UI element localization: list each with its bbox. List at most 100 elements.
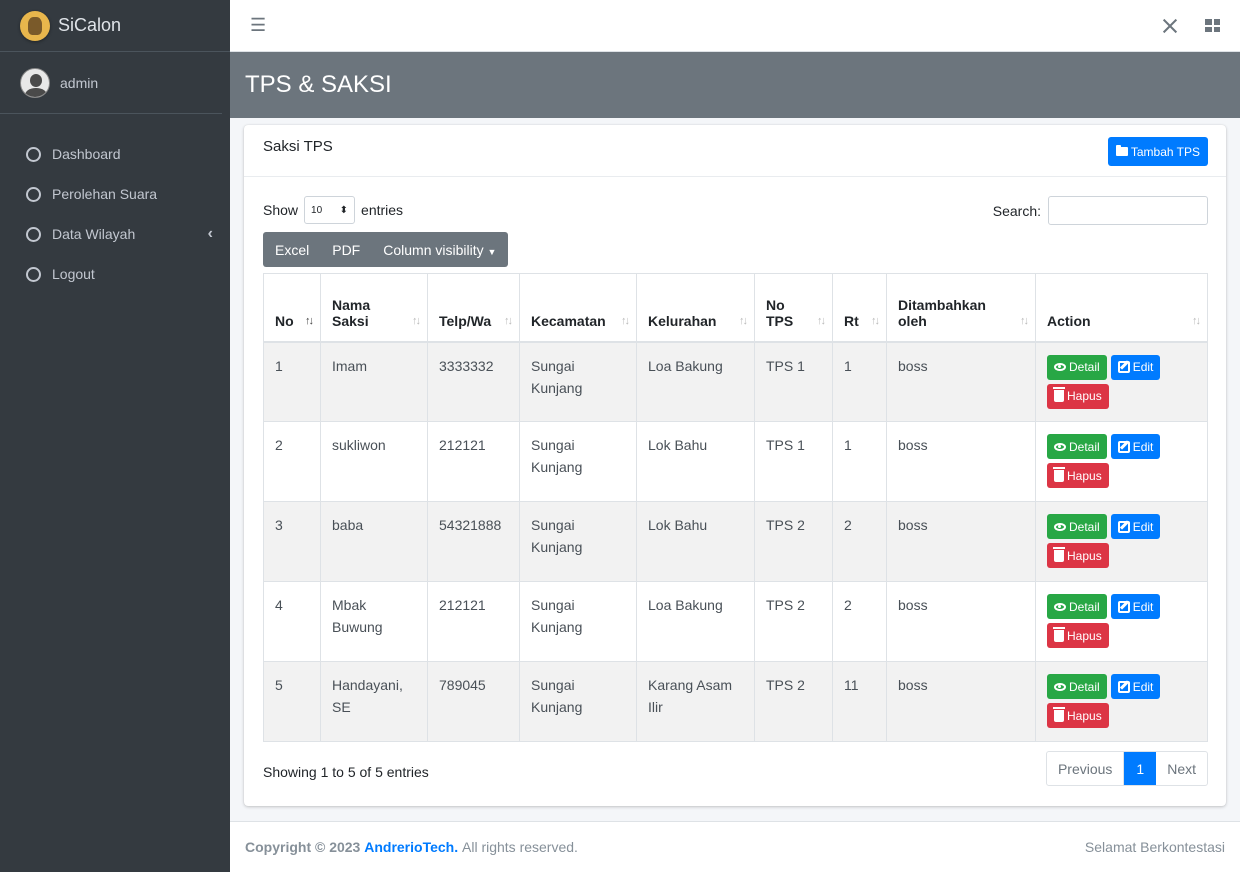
user-panel[interactable]: admin: [0, 52, 222, 114]
cell-action: Detail Edit Hapus: [1035, 661, 1208, 742]
card-title: Saksi TPS: [263, 138, 333, 155]
column-header-kecamatan[interactable]: Kecamatan ↑↓: [519, 273, 637, 343]
cell-no: 5: [263, 661, 321, 742]
column-header-no[interactable]: No ↑↓: [263, 273, 321, 343]
sidebar-item-perolehan-suara[interactable]: Perolehan Suara: [0, 174, 230, 214]
cell-no-tps: TPS 2: [754, 661, 833, 742]
fullscreen-icon[interactable]: [1163, 19, 1177, 33]
edit-button[interactable]: Edit: [1110, 594, 1161, 619]
table-row: 1 Imam 3333332 Sungai Kunjang Loa Bakung TPS …: [263, 341, 1208, 422]
column-header-action[interactable]: Action ↑↓: [1035, 273, 1208, 343]
cell-action: Detail Edit Hapus: [1035, 501, 1208, 582]
delete-button[interactable]: Hapus: [1047, 703, 1109, 728]
excel-button[interactable]: Excel: [275, 242, 309, 258]
column-header-ditambahkan[interactable]: Ditambahkan oleh ↑↓: [886, 273, 1036, 343]
footer-tagline: Selamat Berkontestasi: [1084, 839, 1225, 855]
detail-button[interactable]: Detail: [1047, 434, 1107, 459]
brand-link[interactable]: SiCalon: [0, 0, 230, 52]
brand-text: SiCalon: [58, 15, 122, 35]
search-control: Search:: [993, 196, 1208, 225]
circle-icon: [26, 266, 41, 282]
add-tps-button[interactable]: Tambah TPS: [1107, 137, 1208, 166]
sidebar-item-logout[interactable]: Logout: [0, 254, 230, 294]
column-header-kelurahan[interactable]: Kelurahan ↑↓: [636, 273, 755, 343]
select-arrows-icon: ⬍: [339, 204, 349, 216]
sidebar-item-dashboard[interactable]: Dashboard: [0, 134, 230, 174]
detail-button[interactable]: Detail: [1047, 674, 1107, 699]
delete-button[interactable]: Hapus: [1047, 623, 1109, 648]
detail-button[interactable]: Detail: [1047, 354, 1107, 380]
edit-button[interactable]: Edit: [1110, 434, 1161, 459]
sidebar-item-label: Logout: [52, 266, 95, 282]
cell-no-tps: TPS 1: [754, 341, 833, 422]
cell-ditambahkan: boss: [886, 661, 1036, 742]
detail-button[interactable]: Detail: [1047, 514, 1107, 539]
cell-nama: Imam: [320, 341, 428, 422]
cell-nama: baba: [320, 501, 428, 582]
column-header-telp[interactable]: Telp/Wa ↑↓: [427, 273, 520, 343]
detail-label: Detail: [1069, 599, 1100, 614]
sidebar-item-data-wilayah[interactable]: Data Wilayah ‹: [0, 214, 230, 254]
edit-icon: [1117, 680, 1130, 693]
cell-kelurahan: Lok Bahu: [636, 421, 755, 502]
sort-icon: ↑↓: [1192, 314, 1201, 327]
cell-action: Detail Edit Hapus: [1035, 421, 1208, 502]
edit-label: Edit: [1132, 519, 1154, 534]
cell-kecamatan: Sungai Kunjang: [519, 661, 637, 742]
cell-rt: 1: [832, 341, 887, 422]
footer-brand-link[interactable]: AndrerioTech.: [364, 839, 458, 855]
column-header-no-tps[interactable]: No TPS ↑↓: [754, 273, 833, 343]
delete-button[interactable]: Hapus: [1047, 463, 1109, 488]
cell-kecamatan: Sungai Kunjang: [519, 501, 637, 582]
grid-icon[interactable]: [1205, 19, 1220, 32]
eye-icon: [1054, 363, 1066, 371]
delete-button[interactable]: Hapus: [1047, 383, 1109, 409]
table-row: 3 baba 54321888 Sungai Kunjang Lok Bahu TPS 2…: [263, 501, 1208, 582]
delete-label: Hapus: [1067, 389, 1102, 403]
cell-kelurahan: Karang Asam Ilir: [636, 661, 755, 742]
column-header-nama[interactable]: Nama Saksi ↑↓: [320, 273, 428, 343]
column-visibility-button[interactable]: Column visibility ▼: [383, 242, 496, 258]
footer: Copyright © 2023 AndrerioTech. All right…: [230, 821, 1240, 872]
cell-no: 3: [263, 501, 321, 582]
caret-down-icon: ▼: [487, 246, 497, 257]
edit-button[interactable]: Edit: [1110, 354, 1161, 380]
edit-button[interactable]: Edit: [1110, 674, 1161, 699]
search-label: Search:: [992, 202, 1041, 219]
cell-no: 4: [263, 581, 321, 662]
trash-icon: [1053, 466, 1065, 482]
cell-no-tps: TPS 1: [754, 421, 833, 502]
avatar: [20, 67, 50, 98]
folder-icon: [1115, 145, 1128, 156]
cell-no-tps: TPS 2: [754, 581, 833, 662]
column-header-rt[interactable]: Rt ↑↓: [832, 273, 887, 343]
next-button[interactable]: Next: [1156, 752, 1207, 785]
circle-icon: [26, 146, 41, 162]
sidebar-nav: Dashboard Perolehan Suara Data Wilayah ‹…: [0, 114, 230, 294]
cell-nama: Handayani, SE: [320, 661, 428, 742]
export-toolbar: Excel PDF Column visibility ▼: [263, 232, 509, 267]
cell-nama: Mbak Buwung: [320, 581, 428, 662]
cell-ditambahkan: boss: [886, 421, 1036, 502]
column-visibility-label: Column visibility: [383, 241, 484, 258]
previous-button[interactable]: Previous: [1047, 752, 1125, 785]
pdf-button[interactable]: PDF: [332, 242, 360, 258]
edit-button[interactable]: Edit: [1110, 514, 1161, 539]
menu-toggle-icon[interactable]: ☰: [250, 15, 266, 36]
saksi-card: Saksi TPS Tambah TPS Show 10 ⬍ entries S…: [244, 125, 1226, 806]
table-header-row: No ↑↓ Nama Saksi ↑↓ Telp/Wa ↑↓ Kecamatan ↑↓ …: [263, 273, 1208, 343]
entries-select[interactable]: 10 ⬍: [304, 196, 356, 224]
page-1-button[interactable]: 1: [1124, 752, 1157, 785]
detail-button[interactable]: Detail: [1047, 594, 1107, 619]
detail-label: Detail: [1069, 360, 1100, 374]
search-input[interactable]: [1048, 196, 1208, 225]
sidebar-item-label: Perolehan Suara: [52, 186, 158, 202]
detail-label: Detail: [1069, 439, 1100, 454]
eye-icon: [1054, 442, 1066, 451]
trash-icon: [1053, 706, 1065, 722]
sidebar: SiCalon admin Dashboard Perolehan Suara …: [0, 0, 230, 872]
cell-telp: 54321888: [427, 501, 520, 582]
eye-icon: [1054, 682, 1066, 691]
cell-rt: 2: [832, 501, 887, 582]
delete-button[interactable]: Hapus: [1047, 543, 1109, 568]
